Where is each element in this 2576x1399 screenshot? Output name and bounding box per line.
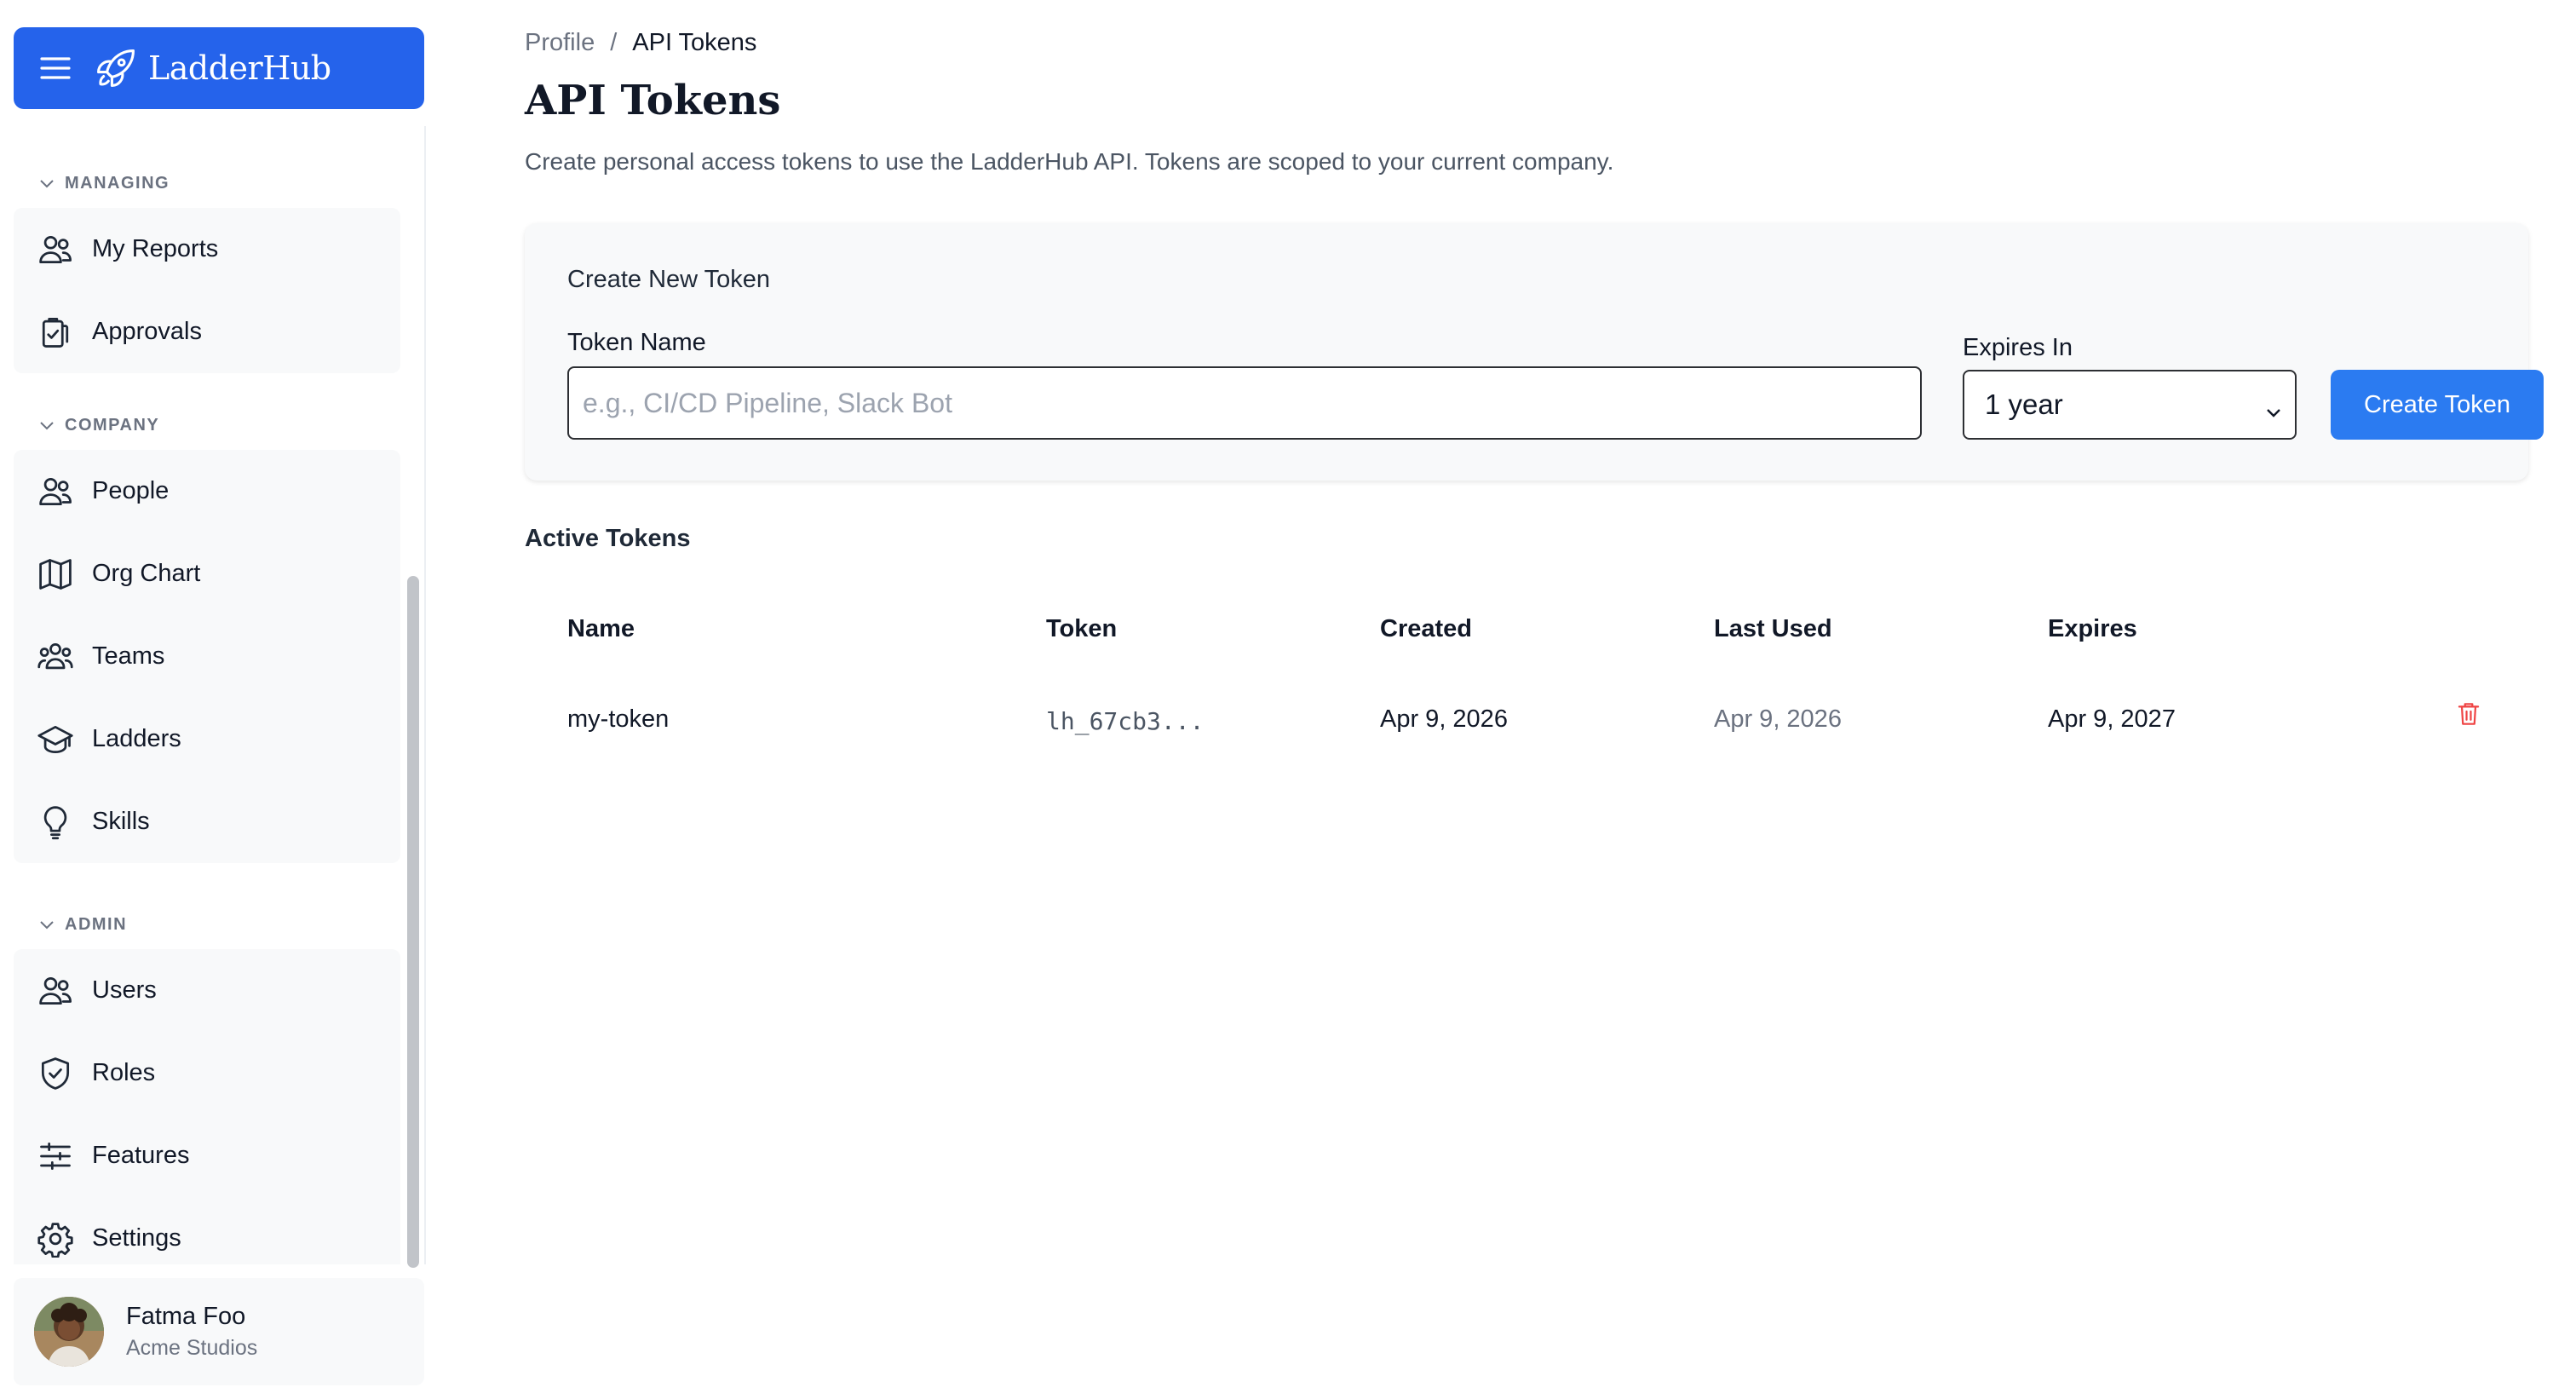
section-label-admin[interactable]: ADMIN	[37, 915, 127, 935]
breadcrumb-separator: /	[610, 29, 618, 56]
brand-name: LadderHub	[148, 49, 331, 87]
sidebar-item-people[interactable]: People	[14, 450, 400, 533]
sidebar-item-teams[interactable]: Teams	[14, 615, 400, 698]
token-name-label: Token Name	[567, 329, 706, 356]
token-expires-cell: Apr 9, 2027	[2048, 705, 2176, 733]
lightbulb-icon	[36, 803, 75, 842]
nav-group-admin: Users Roles Features Settings	[14, 949, 400, 1264]
sidebar-item-settings[interactable]: Settings	[14, 1197, 400, 1264]
users-icon	[36, 230, 75, 269]
user-profile-card[interactable]: Fatma Foo Acme Studios	[14, 1278, 424, 1385]
brand-bar: LadderHub	[14, 27, 424, 109]
expires-in-value: 1 year	[1985, 389, 2063, 420]
sidebar-item-skills[interactable]: Skills	[14, 780, 400, 863]
column-header-name: Name	[567, 615, 635, 642]
sidebar-item-label: People	[92, 477, 170, 504]
sidebar-item-label: Users	[92, 976, 157, 1004]
chevron-down-icon	[37, 916, 56, 935]
trash-icon	[2456, 700, 2481, 732]
sidebar-item-label: Ladders	[92, 725, 181, 752]
chevron-down-icon	[37, 417, 56, 435]
sidebar-nav[interactable]: MANAGING My Reports Approvals COMPANY Pe…	[0, 126, 426, 1264]
breadcrumb-profile-link[interactable]: Profile	[525, 29, 595, 57]
sidebar-item-label: Approvals	[92, 318, 202, 345]
sidebar-item-features[interactable]: Features	[14, 1114, 400, 1197]
nav-group-company: People Org Chart Teams Ladders Skills	[14, 450, 400, 863]
chevron-down-icon	[37, 175, 56, 193]
page-description: Create personal access tokens to use the…	[525, 148, 1614, 175]
column-header-last-used: Last Used	[1714, 615, 1832, 642]
token-name-cell: my-token	[567, 705, 670, 733]
breadcrumb: Profile / API Tokens	[525, 29, 756, 57]
breadcrumb-current: API Tokens	[632, 29, 757, 56]
user-info: Fatma Foo Acme Studios	[126, 1303, 257, 1361]
sidebar-item-label: Settings	[92, 1224, 181, 1252]
column-header-created: Created	[1380, 615, 1472, 642]
expires-in-label: Expires In	[1963, 334, 2073, 361]
sidebar-item-org-chart[interactable]: Org Chart	[14, 533, 400, 615]
sidebar-item-ladders[interactable]: Ladders	[14, 698, 400, 780]
sidebar-item-my-reports[interactable]: My Reports	[14, 208, 400, 291]
delete-token-button[interactable]	[2453, 700, 2484, 731]
sidebar-item-approvals[interactable]: Approvals	[14, 291, 400, 373]
sidebar-item-users[interactable]: Users	[14, 949, 400, 1032]
user-group-icon	[36, 637, 75, 676]
nav-group-managing: My Reports Approvals	[14, 208, 400, 373]
create-token-button[interactable]: Create Token	[2331, 370, 2544, 440]
gear-icon	[36, 1219, 75, 1258]
sidebar: LadderHub MANAGING My Reports Approvals	[0, 0, 436, 1399]
user-company: Acme Studios	[126, 1336, 258, 1360]
sidebar-item-roles[interactable]: Roles	[14, 1032, 400, 1114]
avatar	[34, 1297, 104, 1367]
section-label-company[interactable]: COMPANY	[37, 416, 159, 435]
clipboard-check-icon	[36, 313, 75, 352]
create-token-title: Create New Token	[567, 266, 771, 293]
hamburger-menu-icon[interactable]	[36, 49, 75, 88]
user-name: Fatma Foo	[126, 1303, 246, 1330]
token-created-cell: Apr 9, 2026	[1380, 705, 1508, 733]
sidebar-item-label: Skills	[92, 808, 150, 835]
column-header-token: Token	[1046, 615, 1118, 642]
sidebar-item-label: Teams	[92, 642, 165, 670]
sidebar-item-label: Features	[92, 1142, 190, 1169]
main-content: Profile / API Tokens API Tokens Create p…	[525, 0, 2576, 1399]
expires-in-select[interactable]: 1 year	[1963, 370, 2297, 440]
active-tokens-heading: Active Tokens	[525, 525, 691, 552]
section-label-managing[interactable]: MANAGING	[37, 174, 170, 193]
sidebar-scrollbar[interactable]	[407, 576, 419, 1268]
sliders-icon	[36, 1137, 75, 1176]
create-token-card: Create New Token Token Name Expires In 1…	[525, 223, 2544, 481]
column-header-expires: Expires	[2048, 615, 2137, 642]
token-last-used-cell: Apr 9, 2026	[1714, 705, 1842, 733]
sidebar-item-label: Roles	[92, 1059, 156, 1086]
sidebar-item-label: My Reports	[92, 235, 219, 262]
token-value-cell: lh_67cb3...	[1046, 707, 1205, 735]
graduation-cap-icon	[36, 720, 75, 759]
token-name-input[interactable]	[567, 366, 1922, 440]
chevron-down-icon	[2264, 397, 2283, 417]
users-icon	[36, 971, 75, 1010]
page-title: API Tokens	[525, 77, 781, 124]
users-icon	[36, 472, 75, 511]
rocket-icon	[92, 44, 140, 92]
map-icon	[36, 555, 75, 594]
sidebar-item-label: Org Chart	[92, 560, 201, 587]
shield-check-icon	[36, 1054, 75, 1093]
